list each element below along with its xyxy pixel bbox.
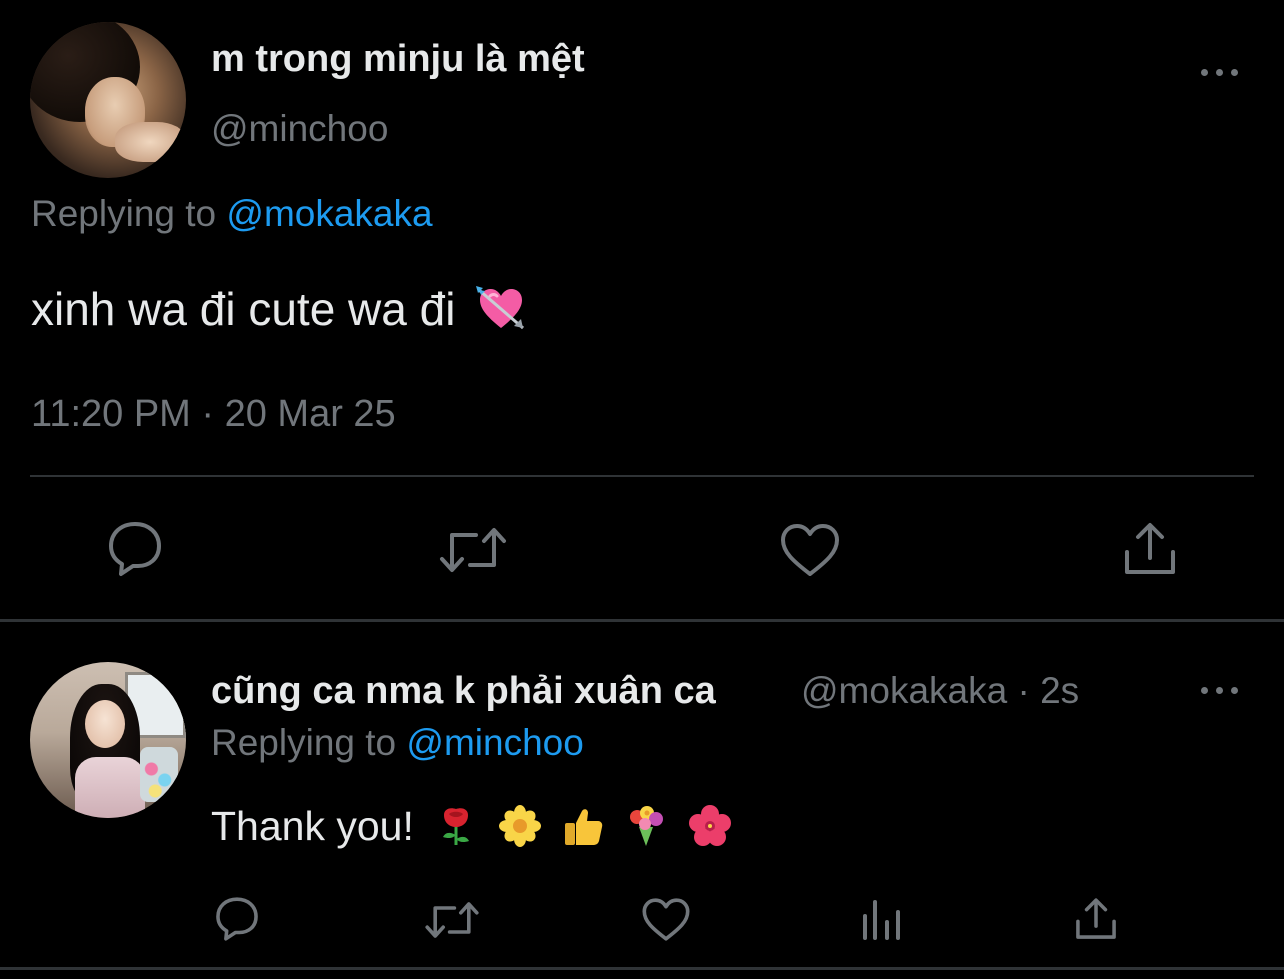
share-icon[interactable]: [1074, 896, 1118, 942]
share-icon[interactable]: [1122, 520, 1178, 578]
avatar[interactable]: [30, 22, 186, 178]
hibiscus-emoji: [688, 805, 731, 847]
reply-icon[interactable]: [213, 896, 261, 942]
tweet-timestamp[interactable]: 11:20 PM · 20 Mar 25: [31, 393, 396, 436]
replying-to-label: Replying to: [211, 722, 407, 763]
analytics-icon[interactable]: [860, 898, 904, 942]
more-options-icon[interactable]: [1201, 687, 1241, 695]
tweet-text-content: Thank you!: [211, 803, 414, 849]
replying-to-line: Replying to @mokakaka: [31, 193, 433, 235]
section-divider: [0, 619, 1284, 622]
divider: [30, 475, 1254, 477]
more-options-icon[interactable]: [1201, 69, 1241, 77]
main-tweet: m trong minju là mệt @minchoo Replying t…: [0, 0, 1284, 620]
like-icon[interactable]: [779, 522, 841, 578]
avatar-hand: [115, 122, 185, 162]
user-handle[interactable]: @minchoo: [211, 108, 388, 150]
tweet-thread: m trong minju là mệt @minchoo Replying t…: [0, 0, 1284, 979]
thumbs-up-emoji: [565, 809, 603, 846]
heart-with-arrow-emoji: [476, 285, 525, 329]
replying-to-mention[interactable]: @minchoo: [406, 722, 583, 763]
display-name[interactable]: cũng ca nma k phải xuân ca: [211, 670, 716, 713]
replying-to-label: Replying to: [31, 193, 227, 234]
avatar[interactable]: [30, 662, 186, 818]
avatar-candy-jar: [140, 747, 178, 802]
bouquet-emoji: [630, 806, 664, 847]
tweet-text-content: xinh wa đi cute wa đi: [31, 283, 456, 335]
reply-icon[interactable]: [105, 520, 165, 578]
like-icon[interactable]: [641, 897, 691, 942]
avatar-face: [85, 700, 125, 748]
replying-to-mention[interactable]: @mokakaka: [226, 193, 432, 234]
rose-emoji: [443, 808, 470, 846]
tweet-text: Thank you!: [211, 803, 731, 850]
retweet-icon[interactable]: [438, 525, 508, 575]
display-name[interactable]: m trong minju là mệt: [211, 38, 585, 81]
section-divider: [0, 967, 1284, 970]
tweet-text: xinh wa đi cute wa đi: [31, 282, 526, 338]
replying-to-line: Replying to @minchoo: [211, 722, 584, 764]
user-handle-and-time[interactable]: @mokakaka · 2s: [801, 670, 1079, 712]
avatar-dress: [75, 757, 145, 818]
blossom-emoji: [498, 805, 541, 848]
retweet-icon[interactable]: [424, 900, 480, 940]
